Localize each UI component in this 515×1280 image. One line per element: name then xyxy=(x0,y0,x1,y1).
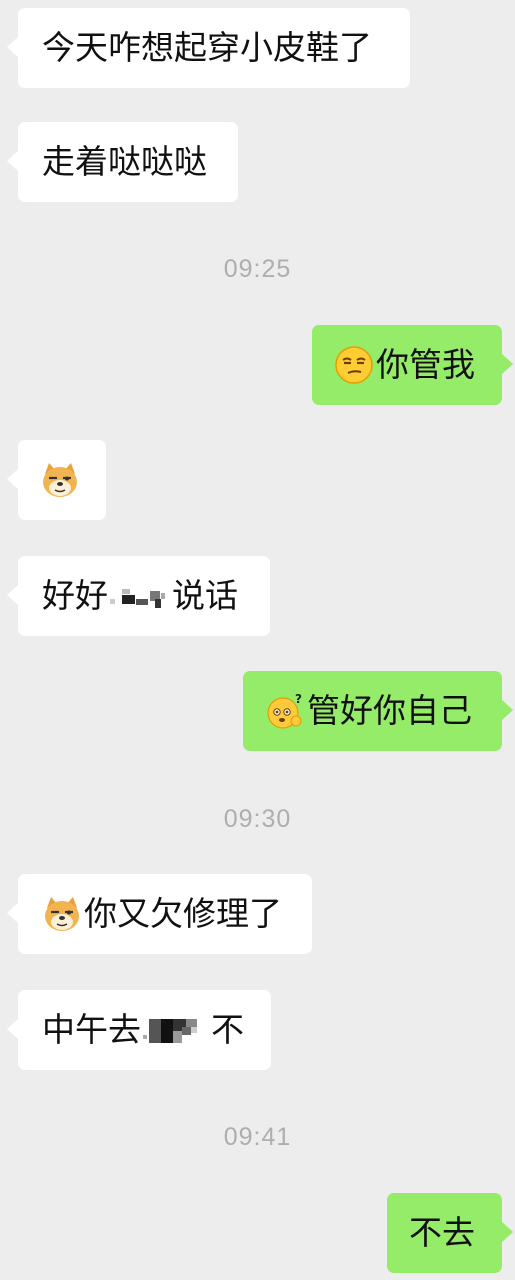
message-text: 说话 xyxy=(172,576,238,615)
timestamp: 09:30 xyxy=(223,805,292,833)
doge-icon xyxy=(42,894,82,934)
redacted-text-mosaic xyxy=(141,1013,211,1047)
message-text: 管好你自己 xyxy=(307,691,472,730)
message-bubble-received[interactable]: 今天咋想起穿小皮鞋了 xyxy=(7,8,410,88)
timestamp: 09:41 xyxy=(223,1123,292,1151)
chat-history: 今天咋想起穿小皮鞋了 走着哒哒哒 09:25 你管我 好好 说话 ? 管好你自己… xyxy=(0,0,515,1280)
smirk-face-icon xyxy=(334,345,374,385)
message-bubble-received[interactable]: 中午去 不 xyxy=(7,990,271,1070)
message-text: 好好 xyxy=(42,576,108,615)
confused-question-face-icon: ? xyxy=(265,691,305,731)
message-text: 不 xyxy=(211,1010,244,1049)
message-bubble-received[interactable]: 好好 说话 xyxy=(7,556,270,636)
message-bubble-sent[interactable]: 不去 xyxy=(387,1193,513,1273)
message-bubble-sent[interactable]: 你管我 xyxy=(312,325,513,405)
message-bubble-received[interactable] xyxy=(7,440,106,520)
message-text: 你管我 xyxy=(376,345,475,384)
message-bubble-sent[interactable]: ? 管好你自己 xyxy=(243,671,513,751)
timestamp: 09:25 xyxy=(223,255,292,283)
message-bubble-received[interactable]: 走着哒哒哒 xyxy=(7,122,238,202)
message-text: 你又欠修理了 xyxy=(84,894,282,933)
message-text: 今天咋想起穿小皮鞋了 xyxy=(42,28,372,67)
doge-icon xyxy=(40,460,80,500)
message-bubble-received[interactable]: 你又欠修理了 xyxy=(7,874,312,954)
svg-text:?: ? xyxy=(295,692,302,706)
message-text: 走着哒哒哒 xyxy=(42,142,207,181)
redacted-text-mosaic xyxy=(108,579,172,613)
message-text: 不去 xyxy=(409,1213,475,1252)
message-text: 中午去 xyxy=(42,1010,141,1049)
